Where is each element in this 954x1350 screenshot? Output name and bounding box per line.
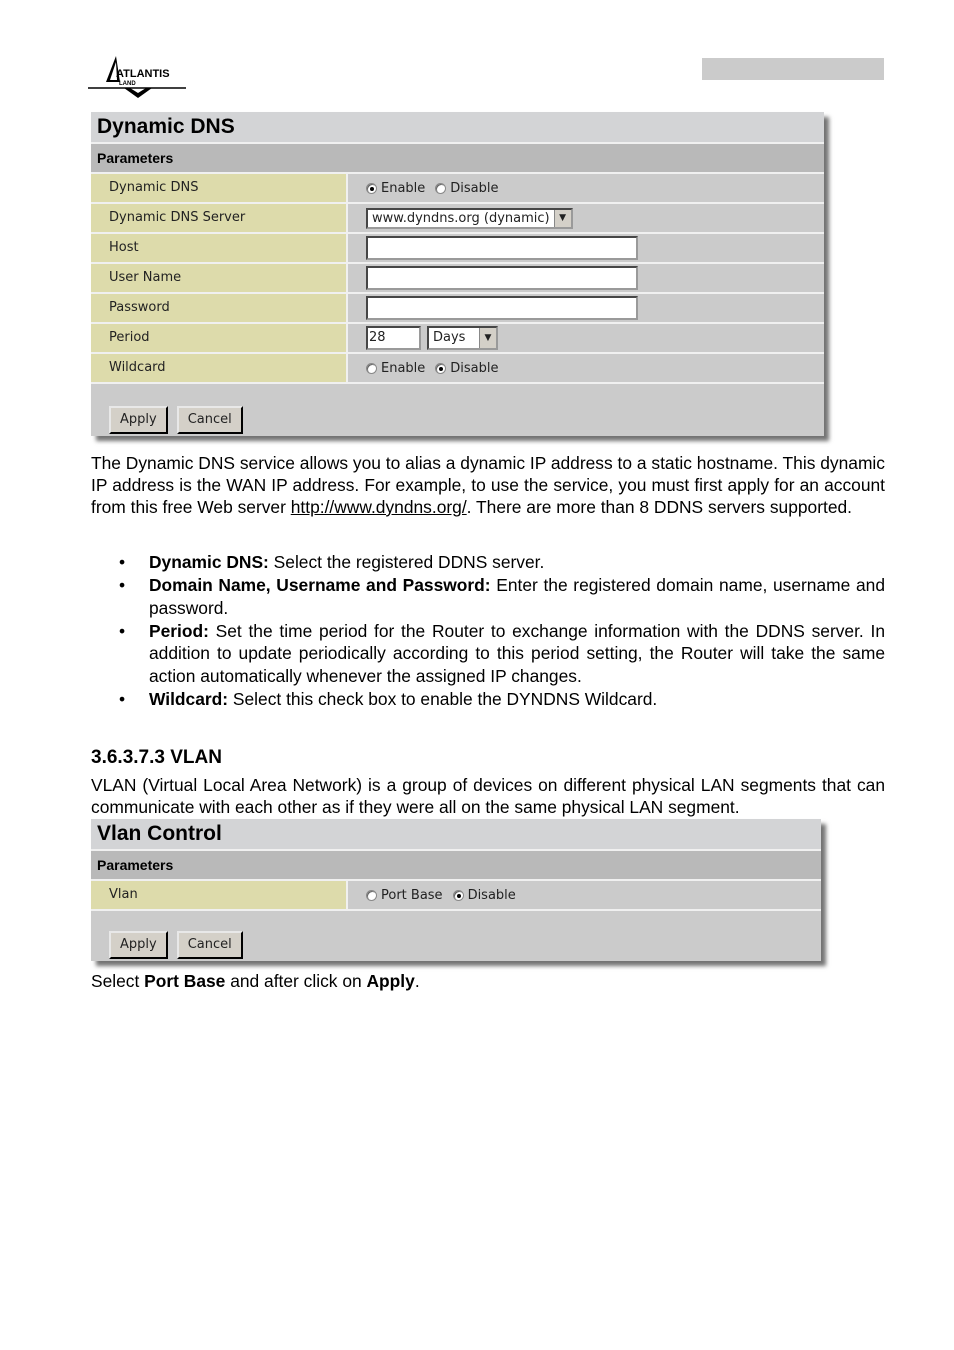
bullet-icon: • xyxy=(119,575,126,595)
vlan-control-panel: Vlan Control Parameters Vlan Port Base D… xyxy=(91,819,821,961)
label-vlan: Vlan xyxy=(91,881,348,909)
bullet-icon: • xyxy=(119,552,126,572)
radio-unchecked-icon xyxy=(435,182,447,194)
panel-title: Vlan Control xyxy=(91,819,821,851)
apply-button[interactable]: Apply xyxy=(109,931,168,959)
username-input[interactable] xyxy=(366,266,638,290)
ddns-server-value: www.dyndns.org (dynamic) xyxy=(372,210,550,226)
bullet-icon: • xyxy=(119,688,126,709)
ddns-description: The Dynamic DNS service allows you to al… xyxy=(91,453,885,517)
period-input[interactable]: 28 xyxy=(366,326,421,350)
ddns-field-list: • Dynamic DNS: Select the registered DDNS… xyxy=(91,551,885,711)
list-item: • Wildcard: Select this check box to enab… xyxy=(119,688,658,709)
row-password: Password xyxy=(91,294,824,324)
row-username: User Name xyxy=(91,264,824,294)
row-wildcard: Wildcard Enable Disable xyxy=(91,354,824,384)
radio-vlan-disable[interactable]: Disable xyxy=(452,888,516,903)
list-item: • Domain Name, Username and Password: Ent… xyxy=(119,575,885,618)
label-ddns-server: Dynamic DNS Server xyxy=(91,204,348,232)
row-period: Period 28 Days ▼ xyxy=(91,324,824,354)
label-period: Period xyxy=(91,324,348,352)
radio-checked-icon xyxy=(366,182,377,194)
parameters-header: Parameters xyxy=(91,144,824,174)
radio-wildcard-disable[interactable]: Disable xyxy=(435,361,499,376)
radio-ddns-enable[interactable]: Enable xyxy=(366,181,425,196)
vlan-description: VLAN (Virtual Local Area Network) is a g… xyxy=(91,775,885,817)
radio-unchecked-icon xyxy=(366,889,377,901)
label-password: Password xyxy=(91,294,348,322)
cancel-button[interactable]: Cancel xyxy=(176,931,243,959)
vlan-instruction: Select Port Base and after click on Appl… xyxy=(91,971,420,991)
apply-button[interactable]: Apply xyxy=(109,406,168,434)
radio-checked-icon xyxy=(452,889,464,901)
password-input[interactable] xyxy=(366,296,638,320)
cancel-button[interactable]: Cancel xyxy=(176,406,243,434)
radio-ddns-disable[interactable]: Disable xyxy=(435,181,499,196)
logo-subtext: LAND xyxy=(119,81,136,87)
period-unit-select[interactable]: Days ▼ xyxy=(427,326,498,350)
row-host: Host xyxy=(91,234,824,264)
button-row: Apply Cancel xyxy=(91,384,824,436)
dropdown-arrow-icon[interactable]: ▼ xyxy=(479,328,496,348)
list-item: • Dynamic DNS: Select the registered DDNS… xyxy=(119,552,545,572)
label-dynamic-dns: Dynamic DNS xyxy=(91,174,348,202)
dyndns-link[interactable]: http://www.dyndns.org/ xyxy=(291,497,467,517)
label-username: User Name xyxy=(91,264,348,292)
bullet-icon: • xyxy=(119,620,126,641)
row-dynamic-dns: Dynamic DNS Enable Disable xyxy=(91,174,824,204)
list-item: • Period: Set the time period for the Rou… xyxy=(119,620,885,686)
radio-unchecked-icon xyxy=(366,362,377,374)
header-bar xyxy=(702,58,884,80)
label-wildcard: Wildcard xyxy=(91,354,348,382)
section-heading: 3.6.3.7.3 VLAN xyxy=(91,747,222,768)
radio-vlan-port-base[interactable]: Port Base xyxy=(366,888,443,903)
period-unit-value: Days xyxy=(433,330,466,345)
radio-wildcard-enable[interactable]: Enable xyxy=(366,361,425,376)
row-ddns-server: Dynamic DNS Server www.dyndns.org (dynam… xyxy=(91,204,824,234)
host-input[interactable] xyxy=(366,236,638,260)
dynamic-dns-panel: Dynamic DNS Parameters Dynamic DNS Enabl… xyxy=(91,112,824,436)
radio-checked-icon xyxy=(435,362,447,374)
atlantis-logo: ATLANTIS LAND xyxy=(86,52,190,100)
ddns-server-select[interactable]: www.dyndns.org (dynamic) ▼ xyxy=(366,207,573,229)
logo-text: ATLANTIS xyxy=(116,68,170,80)
dropdown-arrow-icon[interactable]: ▼ xyxy=(553,209,571,227)
label-host: Host xyxy=(91,234,348,262)
row-vlan: Vlan Port Base Disable xyxy=(91,881,821,911)
panel-title: Dynamic DNS xyxy=(91,112,824,144)
parameters-header: Parameters xyxy=(91,851,821,881)
button-row: Apply Cancel xyxy=(91,911,821,961)
